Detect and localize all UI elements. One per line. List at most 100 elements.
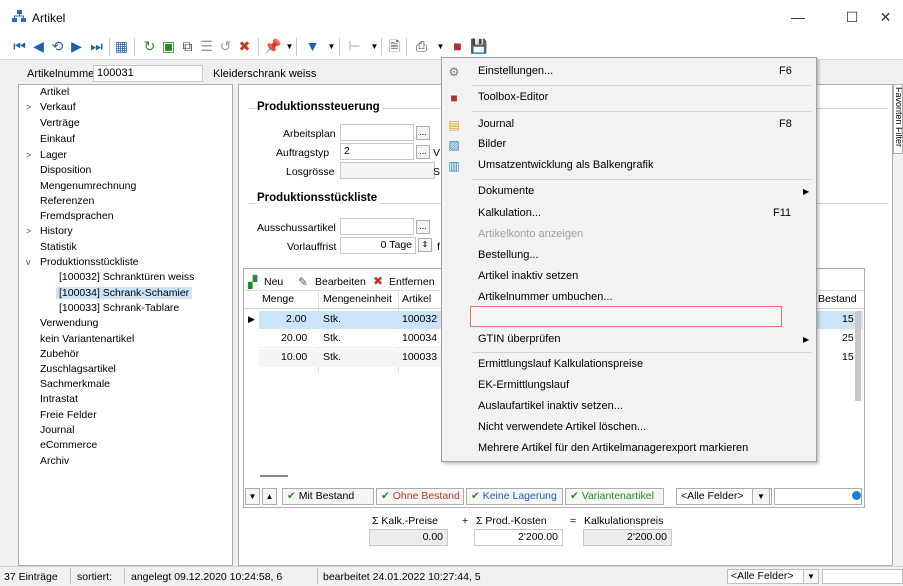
tree-item[interactable]: Sachmerkmale	[40, 378, 110, 390]
refresh-icon[interactable]: ↻	[141, 38, 158, 55]
filter-ohne-bestand[interactable]: ✔ Ohne Bestand	[376, 488, 464, 505]
tree-item[interactable]: History	[40, 225, 73, 237]
status-search-input[interactable]	[822, 569, 903, 584]
tree-item[interactable]: Verkauf	[40, 101, 76, 113]
undo-icon[interactable]: ↺	[217, 38, 234, 55]
menu-item[interactable]: Journal	[478, 118, 514, 130]
ausschuss-field[interactable]	[340, 218, 414, 235]
edit-button[interactable]: Bearbeiten	[315, 276, 366, 288]
tree-expand-icon[interactable]: v	[26, 257, 31, 267]
tree-expand-icon[interactable]: >	[26, 226, 31, 236]
ausschuss-lookup-button[interactable]: ...	[416, 220, 430, 234]
tree-item[interactable]: Archiv	[40, 455, 69, 467]
tree-item[interactable]: Statistik	[40, 241, 77, 253]
filter-variantenartikel[interactable]: ✔ Variantenartikel	[565, 488, 664, 505]
arbeitsplan-lookup-button[interactable]: ...	[416, 126, 430, 140]
menu-item[interactable]: Umsatzentwicklung als Balkengrafik	[478, 159, 653, 171]
col-artikel[interactable]: Artikel	[402, 293, 431, 307]
tree-item[interactable]: Zubehör	[40, 348, 79, 360]
artnum-field[interactable]: 100031	[93, 65, 203, 82]
chevron-down-icon[interactable]: ▼	[323, 38, 340, 55]
tree-item[interactable]: kein Variantenartikel	[40, 333, 134, 345]
tree-item[interactable]: Disposition	[40, 164, 91, 176]
search-icon[interactable]: ⟲	[49, 38, 66, 55]
menu-item[interactable]: GTIN überprüfen	[478, 333, 561, 345]
table-scrollbar[interactable]	[855, 311, 861, 401]
tree-item[interactable]: Freie Felder	[40, 409, 97, 421]
menu-item[interactable]: Artikel inaktiv setzen	[478, 270, 578, 282]
chevron-down-icon[interactable]: ▼	[803, 569, 819, 584]
next-record-icon[interactable]: ▶	[68, 38, 85, 55]
tree-item[interactable]: Lager	[40, 149, 67, 161]
tree-item[interactable]: [100033] Schrank-Tablare	[59, 302, 179, 314]
collapse-down-button[interactable]: ▼	[245, 488, 260, 505]
list-icon[interactable]: ☰	[198, 38, 215, 55]
chevron-down-icon[interactable]: ▼	[752, 488, 770, 505]
menu-item[interactable]: EK-Ermittlungslauf	[478, 379, 569, 391]
save-icon[interactable]: ▣	[160, 38, 177, 55]
search-icon[interactable]	[852, 491, 861, 500]
auftragstyp-lookup-button[interactable]: ...	[416, 145, 430, 159]
menu-item[interactable]: Dokumente	[478, 185, 534, 197]
menu-item[interactable]: Nicht verwendete Artikel löschen...	[478, 421, 646, 433]
search-input[interactable]	[774, 488, 862, 505]
last-record-icon[interactable]: ⏭	[88, 38, 105, 55]
filter-icon[interactable]: ▼	[304, 38, 321, 55]
tree-item[interactable]: Verwendung	[40, 317, 98, 329]
pin-icon[interactable]: 📌	[264, 38, 281, 55]
splitter-handle[interactable]	[260, 475, 288, 477]
menu-item[interactable]: Bilder	[478, 138, 506, 150]
chevron-down-icon[interactable]: ▼	[432, 38, 449, 55]
menu-item[interactable]: Kalkulation...	[478, 207, 541, 219]
toolbox-icon[interactable]: ■	[449, 38, 466, 55]
menu-item[interactable]: Ermittlungslauf Kalkulationspreise	[478, 358, 643, 370]
print-icon[interactable]: ⎙	[413, 38, 430, 55]
tree-item[interactable]: Einkauf	[40, 133, 75, 145]
collapse-up-button[interactable]: ▲	[262, 488, 277, 505]
grid-icon[interactable]: ▦	[113, 38, 130, 55]
tree-item[interactable]: Zuschlagsartikel	[40, 363, 116, 375]
tree-item[interactable]: Verträge	[40, 117, 80, 129]
copy-icon[interactable]: ⧉	[179, 38, 196, 55]
document-icon[interactable]: 🗎	[386, 38, 403, 55]
arbeitsplan-field[interactable]	[340, 124, 414, 141]
prev-record-icon[interactable]: ◀	[30, 38, 47, 55]
auftragstyp-field[interactable]: 2	[340, 143, 414, 160]
menu-item[interactable]: Einstellungen...	[478, 65, 553, 77]
tree-item[interactable]: eCommerce	[40, 439, 97, 451]
menu-item[interactable]: Auslaufartikel inaktiv setzen...	[478, 400, 623, 412]
col-bestand[interactable]: Bestand	[818, 293, 857, 307]
tree-item[interactable]: [100032] Schranktüren weiss	[59, 271, 194, 283]
vorlauf-field[interactable]: 0 Tage	[340, 237, 416, 254]
remove-button[interactable]: Entfernen	[389, 276, 435, 288]
tree-expand-icon[interactable]: >	[26, 150, 31, 160]
delete-icon[interactable]: ✖	[236, 38, 253, 55]
tree-item[interactable]: Artikel	[40, 86, 69, 98]
status-field-select[interactable]: <Alle Felder>	[727, 569, 805, 584]
tree-item[interactable]: Journal	[40, 424, 74, 436]
save-disk-icon[interactable]: 💾	[470, 38, 487, 55]
tree-item[interactable]: [100034] Schrank-Schamier	[56, 287, 193, 299]
menu-item[interactable]: Toolbox-Editor	[478, 91, 548, 103]
filter-keine-lagerung[interactable]: ✔ Keine Lagerung	[466, 488, 563, 505]
losgroesse-field[interactable]	[340, 162, 435, 179]
menu-item[interactable]: Artikelnummer umbuchen...	[478, 291, 613, 303]
minimize-button[interactable]: —	[775, 0, 821, 34]
tree-item[interactable]: Produktionsstückliste	[40, 256, 139, 268]
prod-kosten-value[interactable]: 2'200.00	[474, 529, 563, 546]
col-menge[interactable]: Menge	[262, 293, 294, 307]
favorites-filter-tab[interactable]: Favoriten Filter	[893, 84, 903, 154]
tree-item[interactable]: Intrastat	[40, 393, 78, 405]
menu-item[interactable]: Mehrere Artikel für den Artikelmanagerex…	[478, 442, 748, 454]
tree-expand-icon[interactable]: >	[26, 102, 31, 112]
close-button[interactable]: ✕	[868, 0, 903, 34]
tree-item[interactable]: Referenzen	[40, 195, 94, 207]
first-record-icon[interactable]: ⏮	[11, 38, 28, 55]
filter-mit-bestand[interactable]: ✔ Mit Bestand	[282, 488, 374, 505]
tree-item[interactable]: Fremdsprachen	[40, 210, 114, 222]
menu-item[interactable]: Bestellung...	[478, 249, 539, 261]
vorlauf-spinner[interactable]: ⇕	[418, 238, 432, 252]
tree-item[interactable]: Mengenumrechnung	[40, 180, 136, 192]
tree-icon[interactable]: ⊢	[346, 38, 363, 55]
new-button[interactable]: Neu	[264, 276, 283, 288]
